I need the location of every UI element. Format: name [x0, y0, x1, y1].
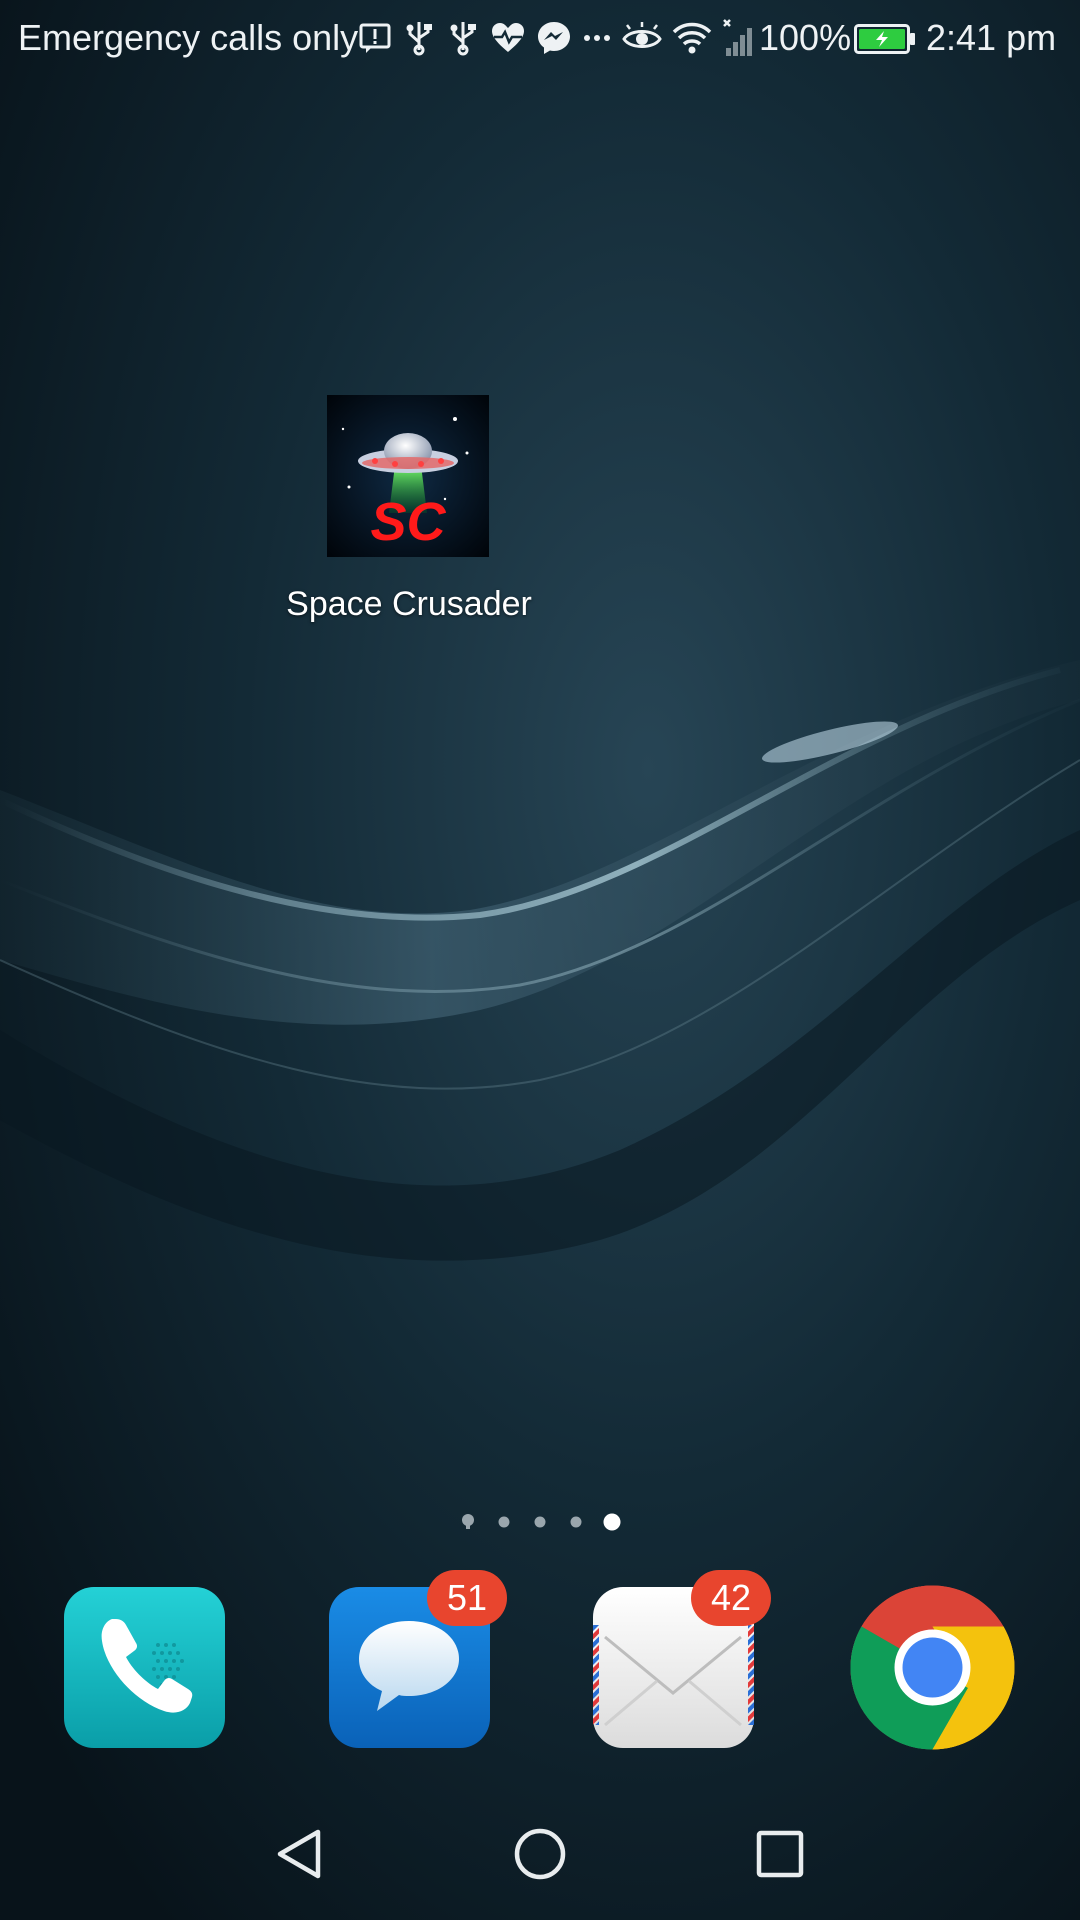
app-icon-text: SC — [370, 492, 446, 552]
usb-icon — [406, 22, 432, 56]
email-app[interactable]: 42 — [591, 1570, 771, 1750]
ufo-icon: SC — [327, 395, 489, 557]
page-indicator[interactable] — [456, 1512, 636, 1532]
battery-icon — [854, 24, 915, 54]
signal-icon — [723, 19, 752, 56]
chrome-app[interactable] — [850, 1585, 1015, 1750]
messenger-icon — [538, 22, 570, 54]
alert-icon — [359, 23, 391, 53]
page-dot[interactable] — [534, 1516, 546, 1528]
page-dot[interactable] — [498, 1516, 510, 1528]
space-crusader-label: Space Crusader — [286, 585, 532, 623]
notification-icons — [358, 16, 768, 60]
email-badge: 42 — [691, 1570, 771, 1626]
chrome-icon — [850, 1585, 1015, 1750]
clock: 2:41 pm — [926, 17, 1057, 58]
battery-percent: 100% — [759, 17, 852, 58]
usb-icon — [450, 22, 476, 56]
navigation-bar — [0, 1790, 1080, 1920]
health-icon — [492, 23, 524, 52]
back-icon[interactable] — [272, 1826, 328, 1882]
eye-icon — [622, 22, 662, 48]
recents-icon[interactable] — [752, 1826, 808, 1882]
page-dot-active[interactable] — [603, 1513, 621, 1531]
phone-app[interactable] — [62, 1585, 227, 1750]
messages-badge: 51 — [427, 1570, 507, 1626]
wifi-icon — [672, 22, 712, 54]
page-dot-home[interactable] — [462, 1514, 474, 1529]
messages-app[interactable]: 51 — [327, 1570, 507, 1750]
home-icon[interactable] — [512, 1826, 568, 1882]
more-icon — [584, 35, 610, 41]
phone-icon — [64, 1587, 225, 1748]
page-dot[interactable] — [570, 1516, 582, 1528]
space-crusader-app-icon[interactable]: SC — [327, 395, 489, 557]
status-bar: Emergency calls only 100% 2:41 pm — [0, 0, 1080, 76]
carrier-text: Emergency calls only — [18, 17, 359, 58]
